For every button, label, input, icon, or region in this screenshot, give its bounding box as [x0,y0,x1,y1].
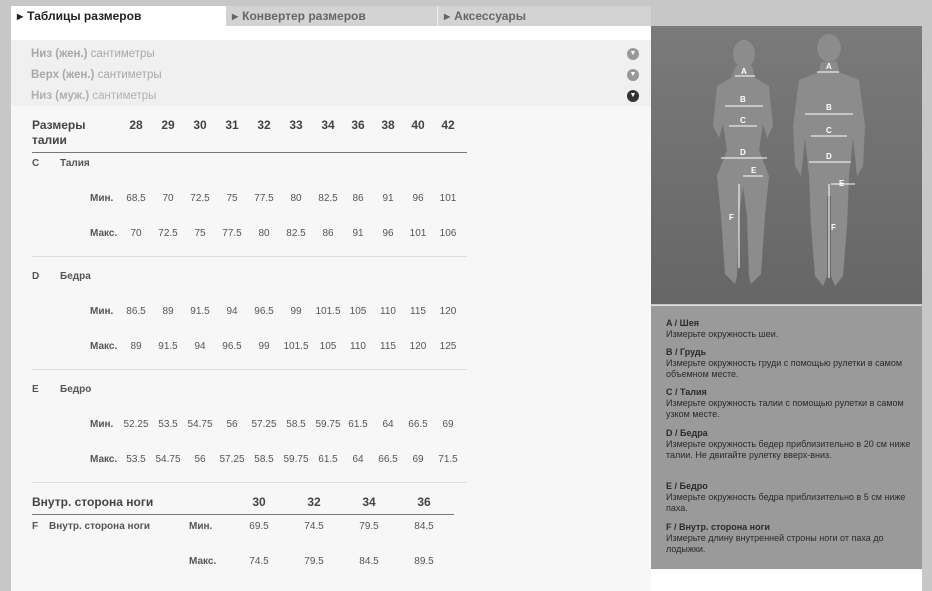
measure-name: Бедра [60,271,91,282]
tab-size-converter[interactable]: ▶ Конвертер размеров [226,6,438,26]
body-silhouettes: A B C D E F A B C D E F [651,26,922,304]
value-cell: 120 [439,306,457,317]
value-cell: 74.5 [249,556,269,567]
measure-letter: C [32,158,40,169]
measure-letter: E [32,384,39,395]
measure-name: Внутр. сторона ноги [49,521,151,532]
row-divider [32,256,467,257]
men-bottoms-size-table: Размеры талии 28 29 30 31 32 33 34 36 38 40 42 C Тал… [11,106,651,591]
label-d-female: D [740,148,746,157]
measure-name: Бедро [60,384,92,395]
inseam-size-cell: 34 [362,495,376,509]
triangle-right-icon: ▶ [232,12,239,21]
label-f-female: F [729,213,734,222]
size-table-panel: Низ (жен.) сантиметры ▼ Верх (жен.) сант… [11,26,651,591]
value-cell: 69.5 [249,521,269,532]
inseam-size-cell: 32 [307,495,321,509]
inseam-size-cell: 36 [417,495,431,509]
label-a-female: A [741,67,747,76]
inseam-header: Внутр. сторона ноги [32,495,154,509]
value-cell: 125 [439,341,457,352]
value-cell: 106 [439,228,457,239]
measurement-instructions: A / Шея Измерьте окружность шеи. B / Груд… [651,305,922,569]
max-label: Макс. [90,454,118,465]
info-inseam: F / Внутр. сторона ноги Измерьте длину вн… [666,522,884,554]
row-divider [32,482,467,483]
label-c-male: C [826,126,832,135]
value-cell: 84.5 [414,521,434,532]
label-f-male: F [831,223,836,232]
measure-name: Талия [60,158,90,169]
value-cell: 69 [442,419,454,430]
label-e-male: E [839,179,845,188]
accordion-men-bottoms[interactable]: Низ (муж.) сантиметры ▼ [31,86,639,106]
info-chest: B / Грудь Измерьте окружность груди с пом… [666,347,903,379]
info-thigh: E / Бедро Измерьте окружность бедра прибл… [666,481,906,513]
measure-letter: D [32,271,40,282]
chevron-down-icon: ▼ [627,69,639,81]
triangle-right-icon: ▶ [444,12,451,21]
min-label: Мин. [189,521,213,532]
value-cell: 84.5 [359,556,379,567]
max-label: Макс. [90,228,118,239]
value-cell: 71.5 [438,454,458,465]
min-label: Мин. [90,193,114,204]
header-divider [32,152,467,153]
body-measurement-figure: A B C D E F A B C D E F [651,26,922,304]
row-divider [32,369,467,370]
min-label: Мин. [90,419,114,430]
chevron-down-icon: ▼ [627,48,639,60]
label-a-male: A [826,62,832,71]
label-d-male: D [826,152,832,161]
min-label: Мин. [90,306,114,317]
label-b-female: B [740,95,746,104]
measure-letter: F [32,521,39,532]
tab-accessories[interactable]: ▶ Аксессуары [438,6,651,26]
value-cell: 79.5 [304,556,324,567]
size-tabs: ▶ Таблицы размеров ▶ Конвертер размеров ▶ А… [11,6,651,26]
value-cell: 89.5 [414,556,434,567]
chevron-down-icon: ▼ [627,90,639,102]
label-e-female: E [751,166,757,175]
max-label: Макс. [90,341,118,352]
waist-size-header: Размеры [32,118,86,132]
value-cell: 101 [439,193,457,204]
tab-size-tables[interactable]: ▶ Таблицы размеров [11,6,226,26]
value-cell: 74.5 [304,521,324,532]
inseam-divider [32,514,454,515]
info-hips: D / Бедра Измерьте окружность бедер прибл… [666,428,911,460]
triangle-right-icon: ▶ [17,12,24,21]
max-label: Макс. [189,556,217,567]
info-waist: C / Талия Измерьте окружность талии с пом… [666,387,904,419]
value-cell: 79.5 [359,521,379,532]
label-b-male: B [826,103,832,112]
label-c-female: C [740,116,746,125]
size-header-cell: 42 [441,118,455,132]
accordion-women-tops[interactable]: Верх (жен.) сантиметры ▼ [31,65,639,85]
info-neck: A / Шея Измерьте окружность шеи. [666,318,779,339]
waist-size-header-line2: талии [32,133,67,147]
accordion-women-bottoms[interactable]: Низ (жен.) сантиметры ▼ [31,44,639,64]
inseam-size-cell: 30 [252,495,266,509]
